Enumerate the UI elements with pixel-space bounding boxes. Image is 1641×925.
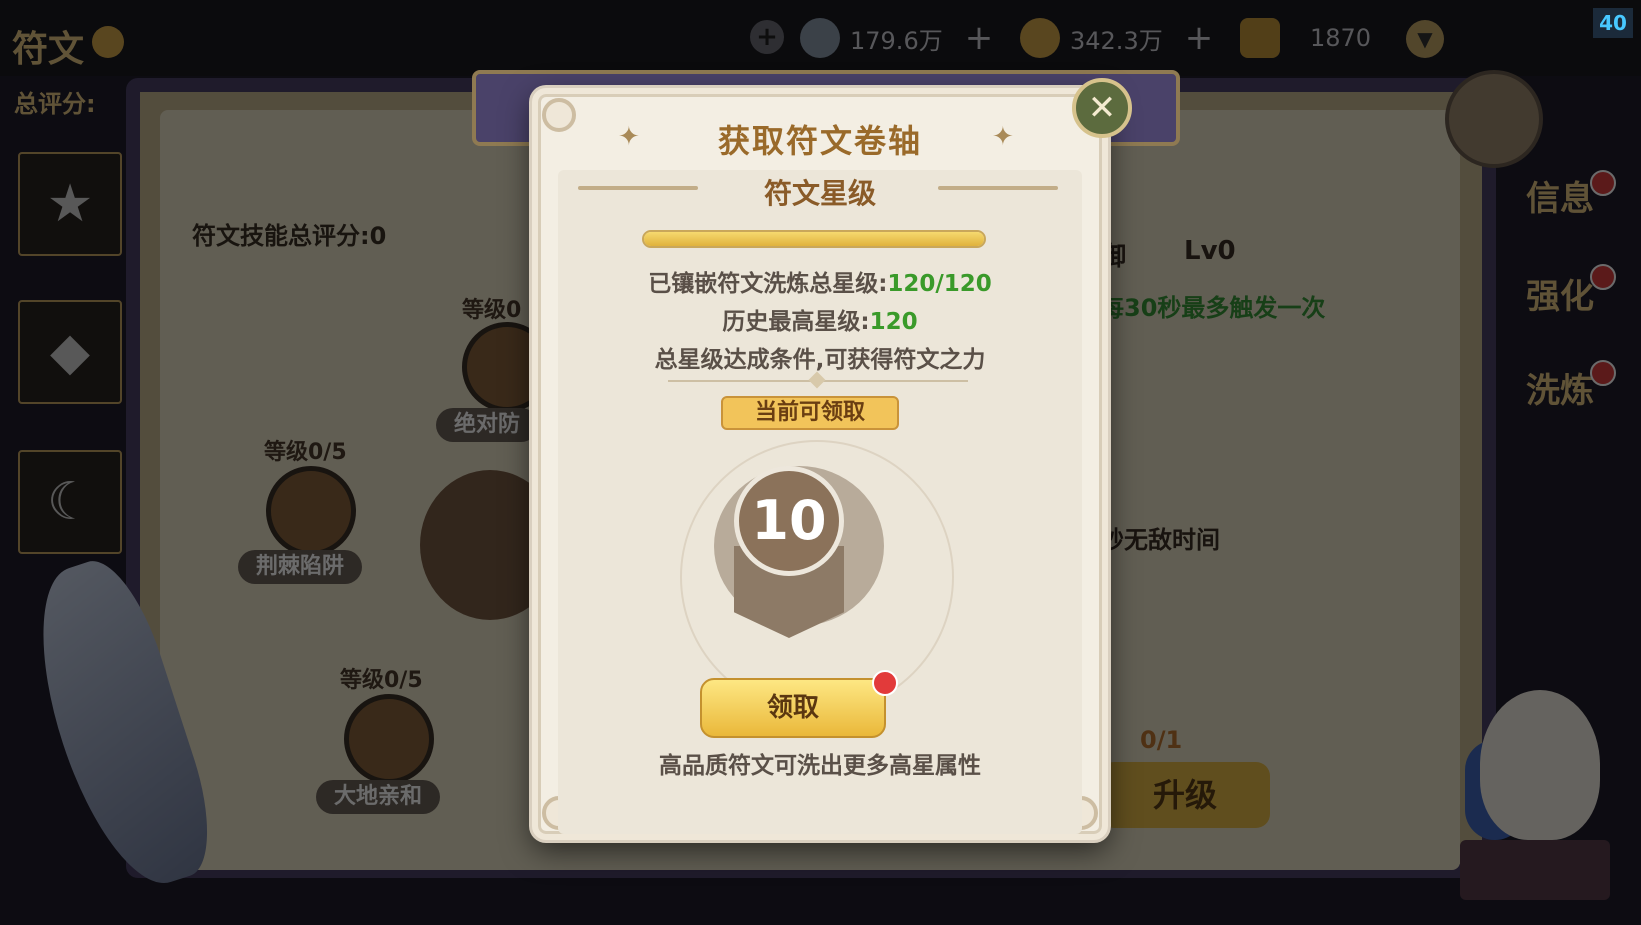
- gem-icon: [1240, 18, 1280, 58]
- dialog-title: 获取符文卷轴: [717, 122, 922, 160]
- target-rune-icon[interactable]: [266, 466, 356, 556]
- tab-info[interactable]: 信息: [1510, 150, 1610, 240]
- diamond-tab-icon[interactable]: ◆: [18, 300, 122, 404]
- node-level: 等级0/5: [264, 440, 347, 465]
- skill-level: Lv0: [1184, 236, 1236, 266]
- stat-value: 120/120: [887, 271, 992, 297]
- earth-rune-icon[interactable]: [344, 694, 434, 784]
- skill-desc-2: 秒无敌时间: [1100, 526, 1220, 554]
- node-name: 大地亲和: [316, 780, 441, 814]
- tab-enhance[interactable]: 强化: [1510, 248, 1610, 338]
- notification-dot: [872, 670, 898, 696]
- node-level: 等级0: [462, 298, 522, 323]
- history-max-star: 历史最高星级:120: [538, 302, 1102, 336]
- silver-coin-icon: [800, 18, 840, 58]
- footer-tip: 高品质符文可洗出更多高星属性: [659, 753, 981, 779]
- dropdown-icon[interactable]: ▼: [1406, 20, 1444, 58]
- fps-counter: 40: [1593, 8, 1633, 38]
- node-level: 等级0/5: [340, 668, 423, 693]
- add-gold-button[interactable]: +: [1185, 18, 1214, 58]
- star-progress-fill: [644, 232, 984, 246]
- mascot-character: [1480, 690, 1600, 840]
- currency-value: 179.6万: [850, 26, 943, 55]
- stat-label: 历史最高星级:: [722, 309, 870, 335]
- reward-medal-value: 10: [734, 466, 844, 576]
- star-tab-icon[interactable]: ★: [18, 152, 122, 256]
- stat-value: 120: [869, 309, 918, 335]
- notification-dot: [1590, 170, 1616, 196]
- books-decoration: [1460, 840, 1610, 900]
- claim-button[interactable]: 领取: [700, 678, 886, 738]
- flourish-right: [938, 186, 1058, 190]
- add-silver-button[interactable]: +: [965, 18, 994, 58]
- upgrade-button[interactable]: 升级: [1100, 762, 1270, 828]
- rune-skill-score: 符文技能总评分:0: [192, 222, 387, 250]
- upgrade-cost: 0/1: [1140, 726, 1183, 754]
- section-title: 符文星级: [763, 177, 876, 210]
- title-coin-icon: [92, 26, 124, 58]
- star-progress-bar: [642, 230, 986, 248]
- tab-refine[interactable]: 洗炼: [1510, 342, 1610, 432]
- node-name: 荆棘陷阱: [238, 550, 363, 584]
- page-title: 符文: [12, 29, 85, 70]
- currency-gem: 1870: [1240, 18, 1371, 58]
- sparkle-icon: ✦: [992, 122, 1014, 152]
- node-name: 绝对防: [436, 408, 539, 442]
- close-icon[interactable]: ✕: [1072, 78, 1132, 138]
- gold-coin-icon: [1020, 18, 1060, 58]
- condition-text: 总星级达成条件,可获得符文之力: [654, 347, 986, 373]
- claimable-badge: 当前可领取: [721, 396, 899, 430]
- currency-value: 342.3万: [1070, 26, 1163, 55]
- notification-dot: [1590, 264, 1616, 290]
- moon-tab-icon[interactable]: ☾: [18, 450, 122, 554]
- stat-label: 已镶嵌符文洗炼总星级:: [648, 271, 888, 297]
- add-icon[interactable]: +: [750, 20, 784, 54]
- embedded-star-total: 已镶嵌符文洗炼总星级:120/120: [538, 264, 1102, 298]
- rune-scroll-dialog: ✦ 获取符文卷轴 ✦ ✕ 符文星级 已镶嵌符文洗炼总星级:120/120 历史最…: [532, 78, 1132, 840]
- currency-gold: 342.3万 +: [1020, 18, 1213, 58]
- total-score-label: 总评分:: [14, 90, 96, 118]
- notification-dot: [1590, 360, 1616, 386]
- skill-desc-1: 每30秒最多触发一次: [1100, 294, 1326, 322]
- currency-silver: 179.6万 +: [800, 18, 993, 58]
- currency-value: 1870: [1310, 24, 1372, 52]
